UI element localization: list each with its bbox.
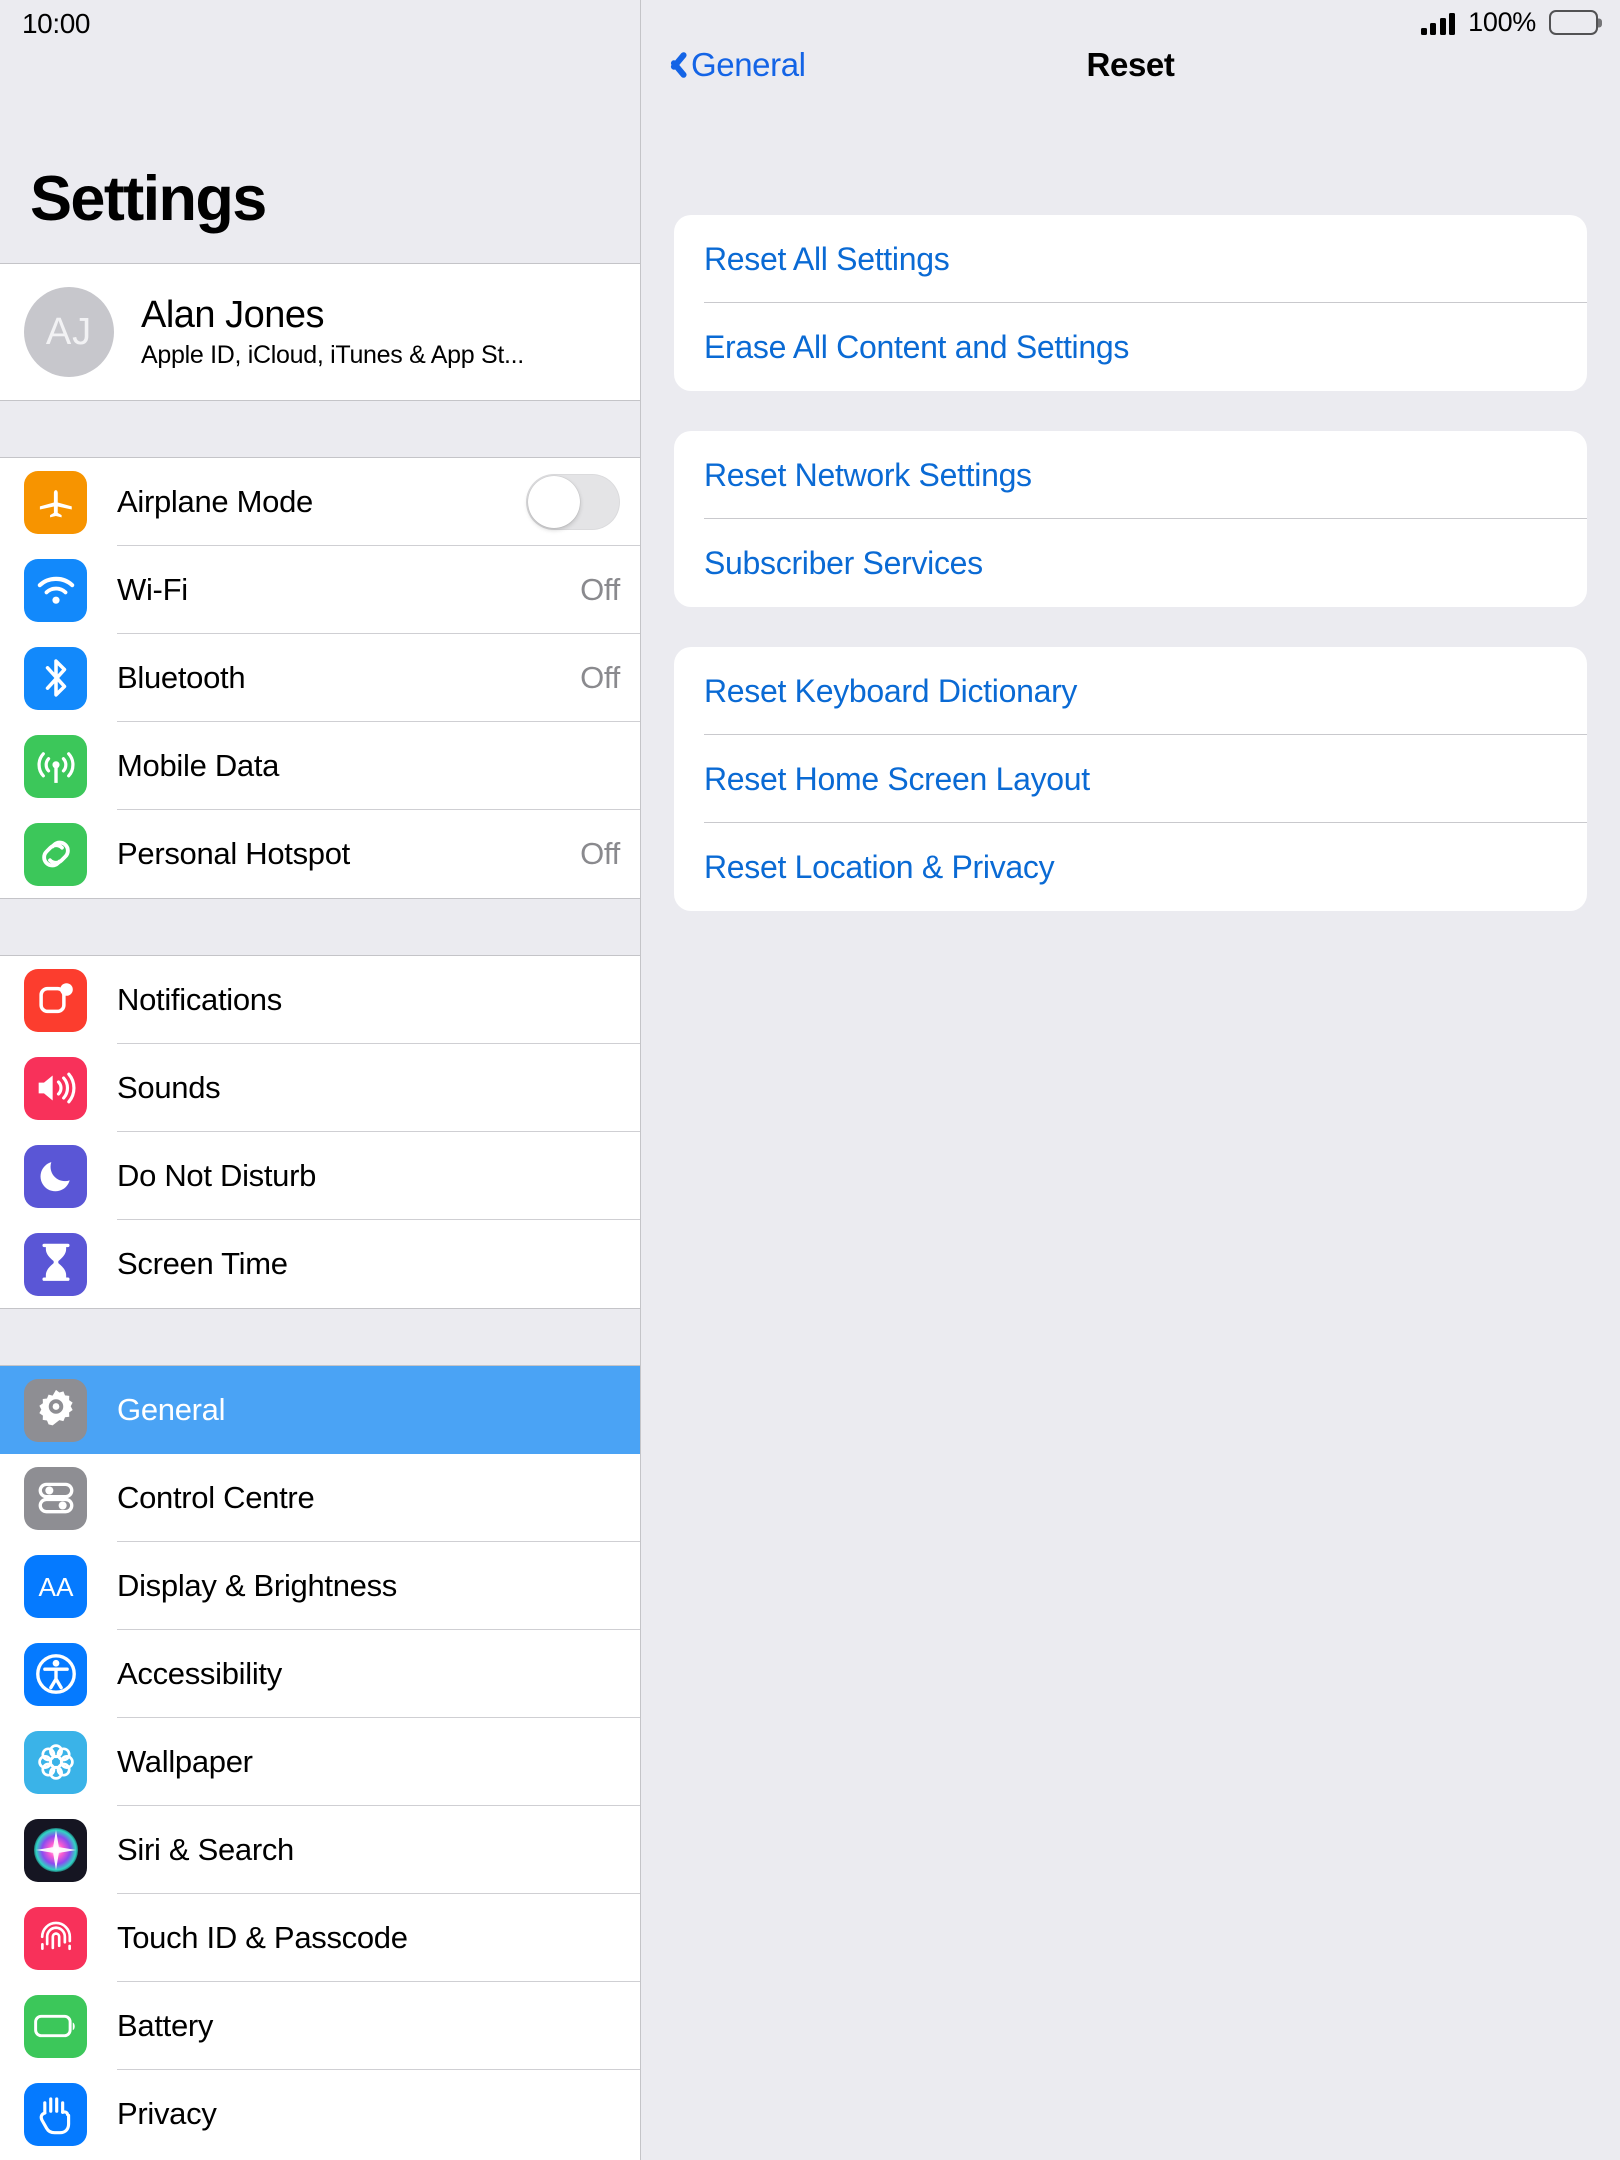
reset-option-label: Reset Network Settings (704, 456, 1032, 493)
do-not-disturb-icon (24, 1144, 87, 1208)
sidebar-item-general[interactable]: General (0, 1366, 640, 1454)
settings-sidebar[interactable]: Settings AJ Alan Jones Apple ID, iCloud,… (0, 0, 641, 2160)
reset-option-label: Reset Location & Privacy (704, 848, 1055, 885)
sidebar-item-notifications[interactable]: Notifications (0, 956, 640, 1044)
general-gear-icon (24, 1378, 87, 1442)
sidebar-item-label: Bluetooth (117, 660, 246, 695)
sidebar-item-label: Wallpaper (117, 1744, 253, 1779)
wifi-icon (24, 558, 87, 622)
privacy-hand-icon (24, 2082, 87, 2146)
touch-id-icon (24, 1906, 87, 1970)
sidebar-item-label: Accessibility (117, 1656, 282, 1691)
back-button-label: General (691, 46, 806, 83)
personal-hotspot-icon (24, 822, 87, 886)
sidebar-item-mobile-data[interactable]: Mobile Data (0, 722, 640, 810)
reset-group: Reset All Settings Erase All Content and … (674, 215, 1587, 391)
sidebar-item-wallpaper[interactable]: Wallpaper (0, 1718, 640, 1806)
reset-option-subscriber-services[interactable]: Subscriber Services (674, 519, 1587, 607)
sidebar-item-sounds[interactable]: Sounds (0, 1044, 640, 1132)
sidebar-item-label: Airplane Mode (117, 484, 313, 519)
reset-option-reset-all-settings[interactable]: Reset All Settings (674, 215, 1587, 303)
sidebar-item-control-centre[interactable]: Control Centre (0, 1454, 640, 1542)
sidebar-item-label: Battery (117, 2008, 214, 2043)
sidebar-item-wi-fi[interactable]: Wi-Fi Off (0, 546, 640, 634)
sidebar-item-label: General (117, 1392, 226, 1427)
sidebar-item-label: Do Not Disturb (117, 1158, 317, 1193)
sidebar-item-label: Control Centre (117, 1480, 315, 1515)
reset-option-label: Reset All Settings (704, 240, 950, 277)
sidebar-header: Settings (0, 0, 640, 263)
avatar: AJ (24, 287, 114, 377)
sidebar-group-gap (0, 400, 640, 458)
reset-group: Reset Keyboard Dictionary Reset Home Scre… (674, 647, 1587, 911)
sidebar-item-siri-search[interactable]: Siri & Search (0, 1806, 640, 1894)
control-centre-icon (24, 1466, 87, 1530)
display-brightness-icon: AA (24, 1554, 87, 1618)
reset-option-reset-network-settings[interactable]: Reset Network Settings (674, 431, 1587, 519)
settings-screen: 10:00 100% Settings AJ Alan Jones Apple … (0, 0, 1620, 2160)
sidebar-item-touch-id-passcode[interactable]: Touch ID & Passcode (0, 1894, 640, 1982)
screen-time-icon (24, 1232, 87, 1296)
mobile-data-icon (24, 734, 87, 798)
sidebar-item-privacy[interactable]: Privacy (0, 2070, 640, 2158)
chevron-left-icon (663, 48, 683, 82)
sidebar-item-do-not-disturb[interactable]: Do Not Disturb (0, 1132, 640, 1220)
sidebar-item-screen-time[interactable]: Screen Time (0, 1220, 640, 1308)
reset-option-reset-home-screen-layout[interactable]: Reset Home Screen Layout (674, 735, 1587, 823)
sidebar-item-bluetooth[interactable]: Bluetooth Off (0, 634, 640, 722)
back-button[interactable]: General (663, 46, 806, 84)
bluetooth-icon (24, 646, 87, 710)
reset-option-label: Erase All Content and Settings (704, 328, 1130, 365)
reset-group: Reset Network Settings Subscriber Service… (674, 431, 1587, 607)
sidebar-item-value: Off (580, 836, 620, 871)
sidebar-item-label: Siri & Search (117, 1832, 294, 1867)
profile-name: Alan Jones (141, 294, 325, 336)
sidebar-item-display-brightness[interactable]: AA Display & Brightness (0, 1542, 640, 1630)
profile-text: Alan Jones Apple ID, iCloud, iTunes & Ap… (141, 294, 524, 370)
sidebar-item-label: Sounds (117, 1070, 221, 1105)
airplane-icon (24, 470, 87, 534)
sidebar-item-label: Display & Brightness (117, 1568, 398, 1603)
reset-option-groups: Reset All Settings Erase All Content and … (641, 215, 1620, 911)
sidebar-item-label: Touch ID & Passcode (117, 1920, 408, 1955)
notifications-icon (24, 968, 87, 1032)
sidebar-item-accessibility[interactable]: Accessibility (0, 1630, 640, 1718)
sidebar-item-value: Off (580, 572, 620, 607)
navigation-bar: General Reset (641, 0, 1620, 130)
sidebar-item-battery[interactable]: Battery (0, 1982, 640, 2070)
page-title: Settings (30, 164, 267, 234)
sounds-icon (24, 1056, 87, 1120)
reset-option-erase-all-content-and-settings[interactable]: Erase All Content and Settings (674, 303, 1587, 391)
sidebar-item-apple-id[interactable]: AJ Alan Jones Apple ID, iCloud, iTunes &… (0, 264, 640, 400)
sidebar-item-value: Off (580, 660, 620, 695)
sidebar-item-label: Mobile Data (117, 748, 280, 783)
sidebar-item-label: Wi-Fi (117, 572, 188, 607)
reset-option-label: Reset Keyboard Dictionary (704, 672, 1078, 709)
sidebar-item-label: Screen Time (117, 1246, 288, 1281)
reset-option-label: Reset Home Screen Layout (704, 760, 1090, 797)
sidebar-groups: Airplane Mode Wi-Fi Off Bluetooth Off Mobile … (0, 400, 640, 2158)
profile-subtitle: Apple ID, iCloud, iTunes & App St... (141, 341, 524, 369)
sidebar-group-gap (0, 898, 640, 956)
reset-panel: General Reset Reset All Settings Erase Al… (641, 0, 1620, 2160)
wallpaper-icon (24, 1730, 87, 1794)
reset-option-label: Subscriber Services (704, 544, 983, 581)
siri-search-icon (24, 1818, 87, 1882)
sidebar-item-label: Notifications (117, 982, 282, 1017)
svg-text:AA: AA (38, 1572, 73, 1602)
sidebar-group-gap (0, 1308, 640, 1366)
battery-icon (24, 1994, 87, 2058)
sidebar-item-airplane-mode[interactable]: Airplane Mode (0, 458, 640, 546)
sidebar-item-label: Personal Hotspot (117, 836, 350, 871)
accessibility-icon (24, 1642, 87, 1706)
sidebar-item-personal-hotspot[interactable]: Personal Hotspot Off (0, 810, 640, 898)
sidebar-item-label: Privacy (117, 2096, 217, 2131)
reset-option-reset-keyboard-dictionary[interactable]: Reset Keyboard Dictionary (674, 647, 1587, 735)
airplane-mode-toggle[interactable] (526, 474, 620, 530)
reset-option-reset-location-privacy[interactable]: Reset Location & Privacy (674, 823, 1587, 911)
nav-title: Reset (1086, 46, 1175, 83)
